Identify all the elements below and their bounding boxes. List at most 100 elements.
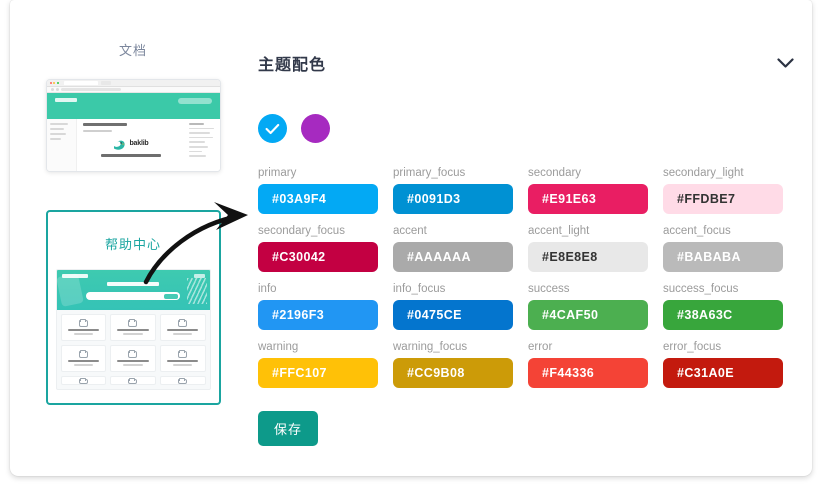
swatch-label-info: info bbox=[258, 283, 277, 295]
swatch-secondary: secondary #E91E63 bbox=[528, 167, 648, 214]
swatch-label-warning: warning bbox=[258, 341, 299, 353]
swatch-primary: primary #03A9F4 bbox=[258, 167, 378, 214]
template-item-document[interactable]: 文档 baklib bbox=[28, 40, 238, 172]
save-button[interactable]: 保存 bbox=[258, 411, 319, 446]
swatch-error_focus: error_focus #C31A0E bbox=[663, 341, 783, 388]
swatch-accent_light: accent_light #E8E8E8 bbox=[528, 225, 648, 272]
browser-new-tab bbox=[101, 80, 112, 86]
swatch-primary_focus: primary_focus #0091D3 bbox=[393, 167, 513, 214]
folder-icon bbox=[128, 318, 138, 328]
swatch-warning: warning #FFC107 bbox=[258, 341, 378, 388]
swatch-label-success: success bbox=[528, 283, 570, 295]
hero-search-button bbox=[164, 293, 178, 299]
swatch-value-warning_focus[interactable]: #CC9B08 bbox=[393, 358, 513, 388]
swatch-value-success[interactable]: #4CAF50 bbox=[528, 300, 648, 330]
window-minimize-dot bbox=[53, 81, 56, 85]
hero-search-box bbox=[86, 292, 180, 300]
folder-icon bbox=[178, 318, 188, 328]
preview-hero-banner bbox=[56, 270, 210, 310]
category-card bbox=[60, 345, 107, 372]
preview-sidebar bbox=[46, 119, 77, 171]
category-card bbox=[60, 314, 107, 341]
preview-baklib-logo: baklib bbox=[83, 138, 180, 150]
theme-settings-panel: 文档 baklib 帮助中心 主题配色 primary #03A9F4 prim… bbox=[10, 0, 812, 476]
swatch-value-success_focus[interactable]: #38A63C bbox=[663, 300, 783, 330]
swatch-value-secondary_focus[interactable]: #C30042 bbox=[258, 242, 378, 272]
back-arrow-icon bbox=[50, 88, 54, 91]
swatch-label-error: error bbox=[528, 341, 553, 353]
preview-brand-text: baklib bbox=[129, 140, 149, 147]
theme-preset-purple[interactable] bbox=[301, 114, 330, 143]
swatch-value-primary_focus[interactable]: #0091D3 bbox=[393, 184, 513, 214]
preview-article: baklib bbox=[77, 119, 186, 171]
swatch-success: success #4CAF50 bbox=[528, 283, 648, 330]
url-text bbox=[60, 88, 121, 91]
swatch-value-primary[interactable]: #03A9F4 bbox=[258, 184, 378, 214]
swatch-value-error_focus[interactable]: #C31A0E bbox=[663, 358, 783, 388]
chevron-down-icon[interactable] bbox=[772, 50, 798, 76]
swatch-value-error[interactable]: #F44336 bbox=[528, 358, 648, 388]
template-thumbnail-help-center[interactable]: 帮助中心 bbox=[45, 210, 221, 405]
template-label-help-center: 帮助中心 bbox=[104, 237, 161, 252]
swatch-label-accent_focus: accent_focus bbox=[663, 225, 731, 237]
swatch-label-secondary_focus: secondary_focus bbox=[258, 225, 345, 237]
category-card bbox=[60, 376, 107, 385]
hero-decoration-right bbox=[186, 278, 207, 304]
category-card bbox=[110, 314, 156, 341]
swatch-value-warning[interactable]: #FFC107 bbox=[258, 358, 378, 388]
swatch-label-secondary: secondary bbox=[528, 167, 582, 179]
swatch-accent_focus: accent_focus #BABABA bbox=[663, 225, 783, 272]
template-preview-column: 文档 baklib 帮助中心 bbox=[28, 40, 238, 460]
swatch-label-secondary_light: secondary_light bbox=[663, 167, 744, 179]
folder-icon bbox=[128, 377, 138, 384]
folder-icon bbox=[178, 377, 188, 384]
swatch-value-accent[interactable]: #AAAAAA bbox=[393, 242, 513, 272]
swatch-value-info[interactable]: #2196F3 bbox=[258, 300, 378, 330]
hero-brand bbox=[61, 274, 88, 278]
swatch-success_focus: success_focus #38A63C bbox=[663, 283, 783, 330]
hero-title bbox=[107, 282, 159, 286]
theme-color-section: 主题配色 primary #03A9F4 primary_focus #0091D3 s… bbox=[258, 0, 798, 446]
swatch-secondary_focus: secondary_focus #C30042 bbox=[258, 225, 378, 272]
swatch-label-accent_light: accent_light bbox=[528, 225, 590, 237]
swatch-label-success_focus: success_focus bbox=[663, 283, 739, 295]
folder-icon bbox=[78, 349, 88, 359]
preview-site-body: baklib bbox=[46, 119, 220, 171]
folder-icon bbox=[78, 377, 88, 384]
swatch-value-secondary_light[interactable]: #FFDBE7 bbox=[663, 184, 783, 214]
preview-site-header bbox=[46, 93, 220, 119]
template-item-help-center[interactable]: 帮助中心 bbox=[28, 210, 238, 405]
swatch-info_focus: info_focus #0475CE bbox=[393, 283, 513, 330]
category-card bbox=[110, 345, 156, 372]
hero-login-link bbox=[193, 274, 205, 278]
help-center-preview bbox=[55, 269, 211, 390]
swatch-value-accent_light[interactable]: #E8E8E8 bbox=[528, 242, 648, 272]
category-card bbox=[159, 314, 206, 341]
window-zoom-dot bbox=[56, 81, 60, 85]
bird-icon bbox=[113, 138, 126, 150]
swatch-info: info #2196F3 bbox=[258, 283, 378, 330]
hero-decoration-left bbox=[56, 273, 84, 307]
theme-preset-blue[interactable] bbox=[258, 114, 287, 143]
template-label-document: 文档 bbox=[118, 43, 147, 58]
category-card bbox=[159, 345, 206, 372]
check-icon bbox=[265, 123, 280, 134]
swatch-value-info_focus[interactable]: #0475CE bbox=[393, 300, 513, 330]
swatch-value-secondary[interactable]: #E91E63 bbox=[528, 184, 648, 214]
page-title: 主题配色 bbox=[258, 57, 327, 74]
swatch-label-info_focus: info_focus bbox=[393, 283, 446, 295]
forward-arrow-icon bbox=[55, 88, 59, 91]
section-header: 主题配色 bbox=[258, 0, 798, 76]
browser-tab bbox=[63, 80, 98, 86]
template-thumbnail-document[interactable]: baklib bbox=[45, 79, 221, 172]
color-swatch-grid: primary #03A9F4 primary_focus #0091D3 second… bbox=[258, 167, 798, 388]
folder-icon bbox=[128, 349, 138, 359]
swatch-label-primary: primary bbox=[258, 167, 297, 179]
category-card bbox=[110, 376, 156, 385]
browser-chrome-bar bbox=[46, 80, 220, 87]
preview-category-grid bbox=[57, 310, 210, 389]
folder-icon bbox=[78, 318, 88, 328]
swatch-value-accent_focus[interactable]: #BABABA bbox=[663, 242, 783, 272]
swatch-label-accent: accent bbox=[393, 225, 427, 237]
preview-header-button bbox=[177, 98, 212, 104]
